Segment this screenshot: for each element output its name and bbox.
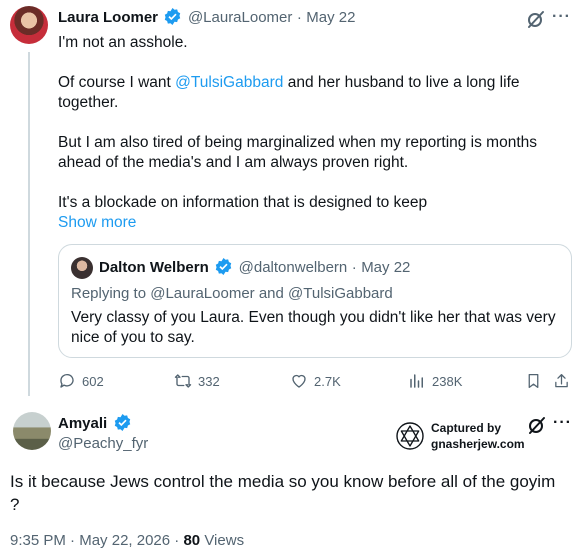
post-date[interactable]: May 22, 2026 <box>79 532 170 549</box>
views-button[interactable]: 238K <box>408 372 462 390</box>
more-dots-icon[interactable]: ··· <box>553 414 572 432</box>
like-button[interactable]: 2.7K <box>290 372 341 390</box>
quote-author-name: Dalton Welbern <box>99 259 209 276</box>
verified-badge-icon <box>165 8 181 25</box>
reply-author-handle[interactable]: @Peachy_fyr <box>58 435 148 452</box>
separator-dot: · <box>351 259 357 276</box>
tweet-text: But I am also tired of being marginalize… <box>58 134 538 151</box>
thread-connector-line <box>28 52 30 396</box>
mention-link[interactable]: @TulsiGabbard <box>175 74 283 91</box>
share-icon <box>555 373 568 388</box>
like-count: 2.7K <box>314 373 341 389</box>
quote-text: Very classy of you Laura. Even though yo… <box>71 309 556 326</box>
tweet-text: ahead of the media's and I am always pro… <box>58 154 409 171</box>
reply-header: Amyali <box>58 414 133 433</box>
bookmark-button[interactable] <box>525 372 542 390</box>
tweet-text: Of course I want <box>58 74 176 91</box>
reply-avatar[interactable] <box>13 412 51 450</box>
watermark-line-2: gnasherjew.com <box>431 437 525 451</box>
verified-badge-icon <box>215 258 232 275</box>
star-of-david-icon <box>396 422 424 450</box>
quote-date: May 22 <box>361 259 411 276</box>
repost-count: 332 <box>198 373 220 389</box>
like-icon <box>292 374 306 388</box>
separator-dot: · <box>70 532 76 549</box>
bookmark-icon <box>528 373 539 389</box>
reply-text: Is it because Jews control the media so … <box>10 472 556 491</box>
avatar[interactable] <box>10 6 48 44</box>
tweet-date[interactable]: May 22 <box>306 9 355 26</box>
verified-badge-icon <box>114 414 130 431</box>
tweet-text: and her husband to live a long life <box>283 74 520 91</box>
reply-author-name[interactable]: Amyali <box>58 415 107 432</box>
reply-meta: 9:35 PM · May 22, 2026 · 80 Views <box>10 532 244 549</box>
tweet-line-1: I'm not an asshole. <box>58 34 188 51</box>
grok-icon[interactable] <box>526 9 546 29</box>
tweet-text: It's a blockade on information that is d… <box>58 194 428 211</box>
author-name[interactable]: Laura Loomer <box>58 9 158 26</box>
repost-icon <box>174 374 192 388</box>
quote-avatar <box>71 257 93 279</box>
show-more-link[interactable]: Show more <box>58 213 136 233</box>
tweet-header: Laura Loomer @LauraLoomer · May 22 <box>58 8 356 27</box>
reply-icon <box>60 373 74 388</box>
author-handle[interactable]: @LauraLoomer <box>188 9 292 26</box>
quote-text: nice of you to say. <box>71 329 195 346</box>
share-button[interactable] <box>553 372 570 390</box>
views-icon <box>410 374 423 388</box>
tweet-paragraph-2: Of course I want @TulsiGabbard and her h… <box>58 73 520 93</box>
reply-text: ? <box>10 495 20 514</box>
views-label: Views <box>204 532 245 549</box>
repost-button[interactable]: 332 <box>174 372 220 390</box>
post-time[interactable]: 9:35 PM <box>10 532 66 549</box>
separator-dot: · <box>174 532 180 549</box>
reply-button[interactable]: 602 <box>58 372 104 390</box>
reply-count: 602 <box>82 373 104 389</box>
quote-author-handle: @daltonwelbern <box>238 259 348 276</box>
views-number: 80 <box>183 532 201 549</box>
grok-icon[interactable] <box>527 415 547 435</box>
views-count: 238K <box>432 373 463 389</box>
watermark-badge: Captured by gnasherjew.com <box>395 420 525 452</box>
watermark-line-1: Captured by <box>431 421 502 435</box>
more-dots-icon[interactable]: ··· <box>552 8 571 26</box>
replying-to-label: Replying to @LauraLoomer and @TulsiGabba… <box>71 285 393 302</box>
separator-dot: · <box>296 9 302 26</box>
tweet-text: together. <box>58 94 119 111</box>
quote-header: Dalton Welbern @daltonwelbern · May 22 <box>99 258 410 277</box>
